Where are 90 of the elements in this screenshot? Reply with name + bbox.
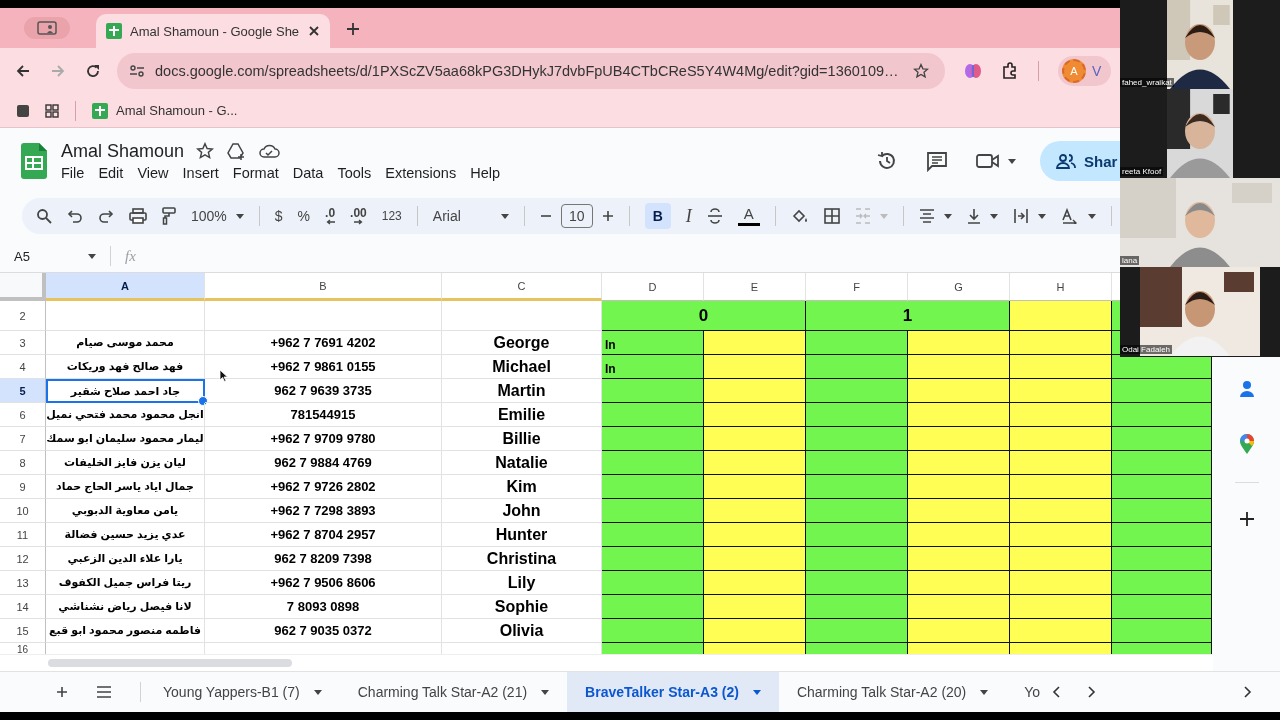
row-header[interactable]: 3 bbox=[0, 331, 46, 355]
share-button[interactable]: Shar bbox=[1040, 141, 1120, 181]
decrease-decimals-button[interactable]: .0 bbox=[325, 207, 336, 225]
text-color-button[interactable]: A bbox=[737, 206, 760, 226]
menu-item[interactable]: Extensions bbox=[379, 163, 463, 182]
column-header[interactable]: B bbox=[205, 273, 442, 301]
table-cell: +962 7 8704 2957 bbox=[205, 523, 442, 547]
row-header[interactable]: 10 bbox=[0, 499, 46, 523]
menu-item[interactable]: Format bbox=[226, 163, 285, 182]
zoom-dropdown[interactable]: 100% bbox=[191, 208, 244, 224]
row-header[interactable]: 2 bbox=[0, 301, 46, 331]
table-cell: 962 7 9035 0372 bbox=[205, 619, 442, 643]
participant-name: fahed_wraikat bbox=[1120, 78, 1174, 87]
row-header[interactable]: 7 bbox=[0, 427, 46, 451]
table-cell: 7 8093 0898 bbox=[205, 595, 442, 619]
column-header[interactable]: H bbox=[1010, 273, 1112, 301]
number-format-button[interactable]: 123 bbox=[381, 209, 402, 223]
table-cell: +962 7 9709 9780 bbox=[205, 427, 442, 451]
table-cell: +962 7 7691 4202 bbox=[205, 331, 442, 355]
name-box[interactable]: A5 bbox=[14, 248, 96, 264]
row-header[interactable]: 5 bbox=[0, 379, 46, 403]
table-cell: انجل محمود محمد فتحي نميل bbox=[46, 403, 205, 427]
table-cell: جاد احمد صلاح شقير bbox=[46, 379, 205, 403]
column-header[interactable]: E bbox=[704, 273, 806, 301]
table-cell: 962 7 9884 4769 bbox=[205, 451, 442, 475]
participant-name: Odai Fadaleh bbox=[1120, 345, 1173, 354]
table-cell: ريتا فراس جميل الكفوف bbox=[46, 571, 205, 595]
font-size-field[interactable]: 10 bbox=[560, 204, 593, 228]
table-cell: +962 7 7298 3893 bbox=[205, 499, 442, 523]
table-cell: فهد صالح فهد وريكات bbox=[46, 355, 205, 379]
row-header[interactable]: 8 bbox=[0, 451, 46, 475]
menu-item[interactable]: Insert bbox=[176, 163, 225, 182]
row-header[interactable]: 13 bbox=[0, 571, 46, 595]
address-field[interactable]: docs.google.com/spreadsheets/d/1PXScZV5aa68kPG3DHykJ7dvbFpUB4CTbCReS5Y4W4Mg/edit?gid=1360109… bbox=[117, 53, 945, 89]
table-cell: In bbox=[602, 355, 704, 379]
participant-name: reeta Kfoof bbox=[1120, 167, 1164, 176]
table-cell: 781544915 bbox=[205, 403, 442, 427]
table-cell: محمد موسى صيام bbox=[46, 331, 205, 355]
sheet-tab[interactable]: Charming Talk Star-A2 (20) bbox=[778, 672, 1007, 712]
column-header[interactable]: D bbox=[602, 273, 704, 301]
column-header[interactable]: F bbox=[806, 273, 908, 301]
table-cell: جمال اياد ياسر الحاج حماد bbox=[46, 475, 205, 499]
participant-name: lana bbox=[1120, 256, 1140, 265]
table-cell: 962 7 9639 3735 bbox=[205, 379, 442, 403]
percent-button[interactable]: % bbox=[297, 208, 311, 224]
font-dropdown[interactable]: Arial bbox=[432, 208, 509, 224]
table-cell: ليمار محمود سليمان ابو سمك bbox=[46, 427, 205, 451]
menu-item[interactable]: Data bbox=[286, 163, 330, 182]
browser-tab[interactable]: Amal Shamoun - Google She bbox=[96, 14, 330, 48]
row-header[interactable]: 14 bbox=[0, 595, 46, 619]
menu-item[interactable]: File bbox=[55, 163, 91, 182]
row-header[interactable]: 12 bbox=[0, 547, 46, 571]
table-cell: 962 7 8209 7398 bbox=[205, 547, 442, 571]
column-header[interactable]: A bbox=[46, 273, 205, 301]
table-cell: يامن معاوية الدبوبي bbox=[46, 499, 205, 523]
row-header[interactable]: 6 bbox=[0, 403, 46, 427]
row-header[interactable]: 15 bbox=[0, 619, 46, 643]
row-header[interactable]: 11 bbox=[0, 523, 46, 547]
table-cell: 0 bbox=[602, 301, 806, 331]
column-header[interactable]: C bbox=[442, 273, 602, 301]
row-header[interactable]: 4 bbox=[0, 355, 46, 379]
table-cell: عدي يزيد حسين فضالة bbox=[46, 523, 205, 547]
menu-item[interactable]: View bbox=[131, 163, 175, 182]
sheet-tab[interactable]: Young Yappers-B1 (7) bbox=[145, 672, 340, 712]
column-header[interactable]: G bbox=[908, 273, 1010, 301]
currency-button[interactable]: $ bbox=[274, 208, 283, 224]
menu-item[interactable]: Tools bbox=[331, 163, 378, 182]
document-title[interactable]: Amal Shamoun bbox=[61, 140, 185, 162]
profile-avatar: A bbox=[1062, 59, 1086, 83]
function-label: fx bbox=[125, 247, 136, 265]
bookmark-link[interactable]: Amal Shamoun - G... bbox=[92, 102, 238, 119]
sheet-tab[interactable]: Charming Talk Star-A2 (21) bbox=[339, 672, 568, 712]
italic-button[interactable]: I bbox=[685, 205, 692, 227]
table-cell: فاطمه منصور محمود ابو قبع bbox=[46, 619, 205, 643]
table-cell: 1 bbox=[806, 301, 1010, 331]
table-cell: In bbox=[602, 331, 704, 355]
sheet-tab[interactable]: Yo bbox=[1006, 672, 1053, 712]
table-cell: لانا فيصل رياض نشناشي bbox=[46, 595, 205, 619]
table-cell: ليان يزن فايز الخليفات bbox=[46, 451, 205, 475]
table-cell: +962 7 9726 2802 bbox=[205, 475, 442, 499]
sheet-tab[interactable]: BraveTalker Star-A3 (2) bbox=[567, 672, 779, 712]
increase-decimals-button[interactable]: .00 bbox=[350, 207, 367, 225]
row-header[interactable]: 9 bbox=[0, 475, 46, 499]
table-cell: +962 7 9506 8606 bbox=[205, 571, 442, 595]
menu-item[interactable]: Edit bbox=[92, 163, 130, 182]
url-text: docs.google.com/spreadsheets/d/1PXScZV5aa68kPG3DHykJ7dvbFpUB4CTbCReS5Y4W4Mg/edit?gid=1360109… bbox=[155, 63, 900, 79]
tab-title: Amal Shamoun - Google She bbox=[130, 23, 300, 39]
menu-item[interactable]: Help bbox=[464, 163, 506, 182]
bold-button[interactable]: B bbox=[644, 203, 671, 229]
table-cell: يارا علاء الدين الزعبي bbox=[46, 547, 205, 571]
